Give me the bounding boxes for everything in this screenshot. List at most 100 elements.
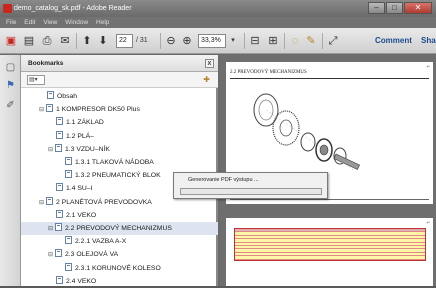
fit-page-icon[interactable]: ⊟ (248, 34, 262, 48)
collapse-icon[interactable]: ⊟ (48, 249, 55, 262)
bookmark-page-icon (47, 91, 54, 99)
bookmark-label: Obsah (57, 93, 78, 100)
navigation-strip: ▢ ⚑ ✐ (0, 55, 21, 286)
bookmark-label: 1.2 PLÁ– (66, 132, 94, 140)
page-thumbnails-icon[interactable]: ▢ (4, 61, 17, 74)
highlight-icon[interactable]: ✎ (304, 34, 318, 48)
page-mark-icon: ⌐ (426, 64, 430, 70)
bookmark-item[interactable]: 2.1 VEKO (21, 209, 218, 222)
menu-file[interactable]: File (6, 19, 16, 26)
bookmark-page-icon (65, 236, 72, 245)
page-number-input[interactable]: 22 (116, 34, 133, 48)
create-pdf-icon[interactable]: ▣ (4, 34, 18, 48)
zoom-in-icon[interactable]: ⊕ (180, 34, 194, 48)
progress-message: Generovanie PDF výstupu ... (188, 177, 259, 183)
bookmark-label: 1.3 VZDU–NÍK (65, 145, 110, 153)
bookmark-label: 2.1 VEKO (66, 211, 97, 219)
bookmark-page-icon (55, 143, 62, 152)
menu-view[interactable]: View (43, 19, 57, 26)
bookmark-item[interactable]: ⊟ 1.3 VZDU–NÍK (21, 143, 218, 156)
bookmark-item[interactable]: ⊟ 2.3 OLEJOVÁ VA (21, 248, 218, 261)
window-title: demo_catalog_sk.pdf - Adobe Reader (14, 5, 132, 12)
menu-bar: File Edit View Window Help (0, 17, 436, 28)
collapse-icon[interactable]: ⊟ (39, 197, 46, 210)
bookmark-label: 1.4 SU–I (66, 185, 93, 193)
share-tab[interactable]: Sha (421, 34, 436, 48)
toolbar: ▣ ▤ ⎙ ✉ ⬆ ⬇ 22 / 31 ⊖ ⊕ 33,3% ▾ ⊟ ⊞ ◌ ✎ … (0, 28, 436, 54)
bookmark-item[interactable]: 1.3.1 TLAKOVÁ NÁDOBA (21, 156, 218, 169)
bookmark-page-icon (55, 223, 62, 231)
bookmark-label: 2.2 PREVODOVÝ MECHANIZMUS (65, 225, 172, 232)
bookmark-item[interactable]: 2.2.1 VAZBA A-X (21, 235, 218, 248)
bookmark-page-icon (56, 183, 63, 192)
bookmark-label: 1.1 ZÁKLAD (66, 119, 104, 127)
bookmark-item[interactable]: 2.3.1 KORUNOVÉ KOLESO (21, 262, 218, 275)
close-panel-icon[interactable]: x (205, 59, 214, 68)
comment-bubble-icon[interactable]: ◌ (288, 34, 302, 48)
minimize-button[interactable]: – (368, 2, 385, 14)
bookmarks-icon[interactable]: ⚑ (4, 79, 17, 92)
collapse-icon[interactable]: ⊟ (39, 104, 46, 117)
zoom-out-icon[interactable]: ⊖ (164, 34, 178, 48)
bookmark-page-icon (56, 275, 63, 284)
bookmark-page-icon (46, 196, 53, 205)
new-bookmark-icon[interactable]: ✚ (203, 75, 210, 84)
bookmark-page-icon (56, 117, 63, 126)
page-heading: 2.2 PREVODOVÝ MECHANIZMUS (230, 70, 307, 75)
menu-window[interactable]: Window (65, 19, 88, 26)
bookmark-label: 1.3.1 TLAKOVÁ NÁDOBA (75, 159, 154, 166)
panel-title: Bookmarks (28, 60, 64, 67)
comment-tab[interactable]: Comment (375, 34, 412, 48)
document-page: ⌐ (226, 218, 433, 286)
toolbar-divider (244, 33, 245, 49)
progress-dialog: Generovanie PDF výstupu ... (173, 172, 328, 199)
maximize-button[interactable]: □ (386, 2, 403, 14)
bookmark-label: 1 KOMPRESOR DK50 Plus (56, 106, 140, 114)
bookmark-page-icon (65, 262, 72, 271)
open-folder-icon[interactable]: ▤ (22, 34, 36, 48)
bookmark-item[interactable]: ⊟ 2.2 PREVODOVÝ MECHANIZMUS (21, 222, 218, 235)
page-rule (230, 78, 429, 79)
bookmark-page-icon (56, 130, 63, 139)
fit-width-icon[interactable]: ⊞ (266, 34, 280, 48)
attachments-icon[interactable]: ✐ (4, 99, 17, 112)
bookmarks-panel: Bookmarks x ▤▾ ✚ Obsah ⊟ 1 KOMPRESOR DK50 … (21, 55, 218, 286)
zoom-level-input[interactable]: 33,3% (198, 34, 226, 48)
toolbar-divider (322, 33, 323, 49)
print-icon[interactable]: ⎙ (40, 34, 54, 48)
bookmark-item[interactable]: 1.1 ZÁKLAD (21, 116, 218, 129)
progress-bar (180, 188, 322, 195)
toolbar-divider (284, 33, 285, 49)
email-icon[interactable]: ✉ (58, 34, 72, 48)
bookmarks-toolbar: ▤▾ ✚ (21, 72, 218, 88)
exploded-gear-drawing (253, 93, 360, 171)
page-total: / 31 (136, 37, 148, 44)
collapse-icon[interactable]: ⊟ (48, 223, 55, 236)
bookmark-page-icon (65, 157, 72, 165)
page-mark-icon: ⌐ (426, 220, 430, 226)
zoom-dropdown-icon[interactable]: ▾ (226, 34, 240, 48)
options-dropdown-icon[interactable]: ▤▾ (27, 75, 45, 85)
expand-icon[interactable]: ⤢ (326, 34, 340, 48)
bookmark-label: 2 PLANÉTOVÁ PREVODOVKA (56, 198, 152, 206)
parts-table (234, 228, 426, 261)
menu-help[interactable]: Help (96, 19, 109, 26)
next-page-icon[interactable]: ⬇ (96, 34, 110, 48)
bookmark-page-icon (46, 104, 53, 113)
previous-page-icon[interactable]: ⬆ (80, 34, 94, 48)
menu-edit[interactable]: Edit (24, 19, 35, 26)
toolbar-divider (160, 33, 161, 49)
bookmark-label: 2.3.1 KORUNOVÉ KOLESO (75, 264, 161, 272)
bookmark-label: 1.3.2 PNEUMATICKÝ BLOK (75, 172, 161, 180)
close-button[interactable]: ✕ (404, 2, 432, 14)
adobe-reader-icon (3, 4, 12, 13)
page-rule (230, 199, 429, 200)
toolbar-divider (76, 33, 77, 49)
bookmark-label: 2.3 OLEJOVÁ VA (65, 251, 119, 259)
bookmark-item[interactable]: 1.2 PLÁ– (21, 130, 218, 143)
bookmark-page-icon (65, 170, 72, 179)
collapse-icon[interactable]: ⊟ (48, 144, 55, 157)
bookmark-item[interactable]: ⊟ 1 KOMPRESOR DK50 Plus (21, 103, 218, 116)
bookmark-item[interactable]: Obsah (21, 90, 218, 103)
app-window: demo_catalog_sk.pdf - Adobe Reader – □ ✕… (0, 0, 436, 286)
